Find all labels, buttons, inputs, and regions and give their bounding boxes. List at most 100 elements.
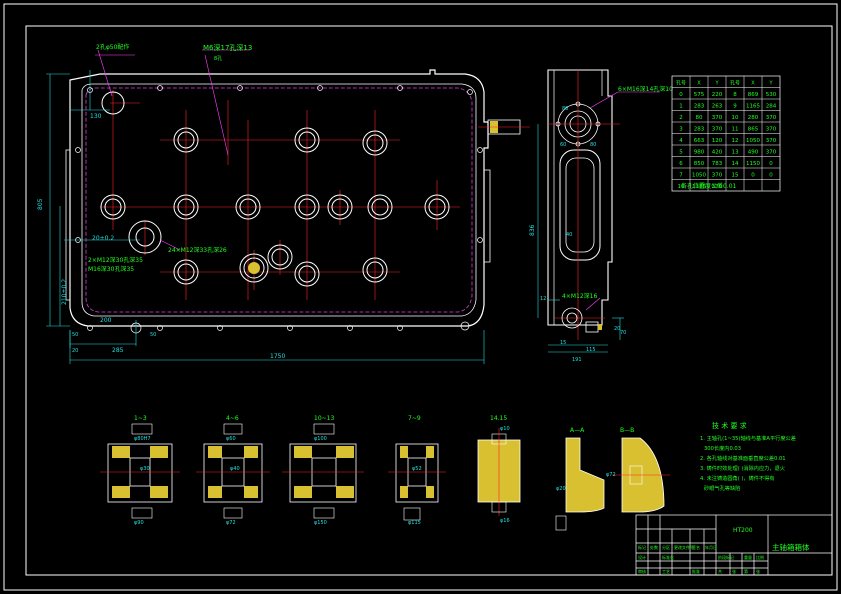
coord-table-cell: 9 (733, 104, 737, 110)
svg-text:签名: 签名 (692, 544, 700, 550)
coord-table-cell: 783 (712, 161, 723, 167)
sec-dim-7: φ52 (412, 466, 422, 472)
title-model: HT200 (733, 527, 753, 534)
sec-dim-1: φ90 (134, 520, 144, 526)
coord-table-cell: 869 (748, 92, 759, 98)
coord-table-cell: 7 (679, 173, 683, 179)
coord-table-cell: 12 (732, 138, 739, 144)
svg-text:审核: 审核 (638, 568, 646, 574)
front-bores (100, 91, 450, 287)
svg-text:重量: 重量 (744, 554, 752, 560)
coord-table-header: Y (714, 81, 719, 87)
title-part-name: 主轴箱箱体 (772, 542, 810, 552)
coord-table-cell: 370 (712, 115, 723, 121)
section-views (100, 423, 670, 531)
coord-table-cell: 0 (679, 92, 683, 98)
coord-table-cell: 284 (766, 104, 777, 110)
callout-m6: M6深17孔深13 (203, 43, 252, 52)
svg-text:阶段标记: 阶段标记 (718, 554, 734, 560)
side-dim-60: 60 (560, 142, 566, 148)
front-inner-outline (81, 83, 477, 317)
coord-table-cell: 980 (694, 150, 705, 156)
tech-item-6: 砂眼气孔等缺陷 (704, 484, 740, 492)
coord-table-cell: 283 (694, 104, 705, 110)
coord-table-cell: 80 (696, 115, 703, 121)
sec-dim-8: φ30 (140, 466, 150, 472)
section-label-1: 1~3 (134, 415, 147, 422)
coord-table-cell: 283 (694, 127, 705, 133)
side-dim-80b: 80 (590, 142, 596, 148)
svg-text:批准: 批准 (692, 568, 700, 574)
sec-dim-2: φ60 (226, 436, 236, 442)
coord-table-cell: 663 (694, 138, 705, 144)
coord-table-cell: 5 (679, 150, 683, 156)
coord-table-cell: 11 (732, 127, 739, 133)
svg-text:张: 张 (756, 568, 760, 574)
section-view-BB (612, 437, 670, 513)
side-callout-4m12: 4×M12深16 (562, 292, 597, 300)
front-leaders (95, 49, 250, 251)
coord-table-cell: 3 (679, 127, 683, 133)
sec-dim-4: φ100 (314, 436, 327, 442)
coord-table-cell: 490 (748, 150, 759, 156)
callout-2hole: 2孔φ50配作 (96, 43, 129, 51)
tech-item-1: 1. 主轴孔(1~35)轴线与基准A平行度公差 (700, 434, 796, 442)
coord-table-cell: 263 (712, 104, 723, 110)
coord-table-header: 孔号 (676, 80, 686, 87)
section-view-5 (477, 428, 521, 516)
dim-210: 210±0.2 (61, 279, 68, 305)
coord-table-cell: 530 (766, 92, 777, 98)
coord-table-cell: 575 (694, 92, 705, 98)
callout-m16: M16深30孔深35 (88, 265, 134, 273)
coord-table-header: X (751, 81, 755, 87)
dim-50b: 50 (150, 332, 156, 338)
coord-table-cell: 865 (748, 127, 759, 133)
side-dim-70: 70 (620, 330, 626, 336)
svg-text:比例: 比例 (756, 554, 764, 560)
coord-table-cell: 4 (679, 138, 683, 144)
dim-130: 130 (90, 113, 102, 120)
title-row-1: 标记 处数 分区 更改文件号 签名 年月日 (638, 544, 717, 550)
coord-table-cell: 370 (712, 127, 723, 133)
flatness-note: 各孔位置度公差0.01 (681, 182, 737, 190)
coord-table-cell: 1 (679, 104, 683, 110)
side-dim-80a: 80 (562, 106, 568, 112)
coord-table-cell: 420 (712, 150, 723, 156)
coord-table-cell: 370 (766, 127, 777, 133)
svg-text:标准化: 标准化 (662, 554, 674, 560)
section-label-4: 7~9 (408, 415, 421, 422)
side-callout-6m16: 6×M16深14孔深10 (618, 85, 673, 93)
side-view: 6×M16深14孔深10 80 60 80 836 40 12 4×M12深16… (529, 69, 673, 363)
coord-table-cell: 13 (732, 150, 739, 156)
tech-item-5: 4. 未注铸造圆角( )，铸件不得有 (700, 474, 775, 482)
svg-text:张: 张 (732, 568, 736, 574)
coord-table-cell: 0 (769, 173, 773, 179)
sec-dim-5: φ115 (408, 520, 421, 526)
coord-table-cell: 10 (732, 115, 739, 121)
svg-text:共: 共 (718, 568, 722, 574)
coord-table-cell: 120 (712, 138, 723, 144)
coord-table-cell: 0 (769, 161, 773, 167)
title-row-2: 设计 标准化 阶段标记 重量 比例 (638, 554, 764, 560)
dim-20: 20±0.2 (92, 235, 114, 242)
sec-dim-6: φ150 (314, 520, 327, 526)
section-view-AA (555, 437, 605, 531)
coord-table-cell: 850 (694, 161, 705, 167)
side-outline (547, 69, 613, 326)
sec-dim-10: φ10 (500, 426, 510, 432)
sec-dim-0: φ80H7 (134, 436, 151, 442)
coord-table-cell: 15 (732, 173, 739, 179)
section-label-2: 4~6 (226, 415, 239, 422)
front-view: 2孔φ50配作 M6深17孔深13 8孔 130 805 20±0.2 2×M1… (37, 43, 530, 364)
tech-item-4: 3. 铸件时效处理( )消除内应力，退火 (700, 464, 785, 472)
side-dim-12: 12 (540, 296, 546, 302)
tech-item-2: 300长度内0.03 (704, 444, 741, 452)
svg-text:第: 第 (744, 568, 748, 574)
svg-text:标记: 标记 (638, 544, 646, 550)
coord-table-cell: 14 (732, 161, 739, 167)
side-dim-40: 40 (566, 232, 572, 238)
coord-table-cell: 1165 (746, 104, 760, 110)
edge-bolt-holes (75, 85, 483, 334)
coord-table-cell: 1150 (746, 161, 760, 167)
coord-table-cell: 280 (748, 115, 759, 121)
